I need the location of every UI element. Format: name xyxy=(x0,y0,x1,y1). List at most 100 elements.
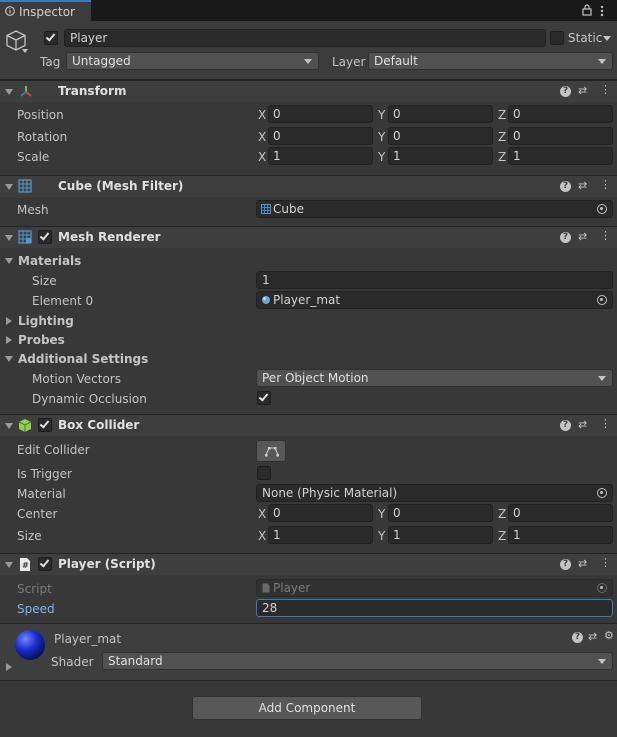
more-options-icon[interactable] xyxy=(600,5,604,17)
help-icon[interactable]: ? xyxy=(560,420,571,431)
object-name: Player xyxy=(70,31,108,45)
materials-label[interactable]: Materials xyxy=(18,254,81,268)
transform-header[interactable]: Transform ? ⇄ ⋮ xyxy=(0,80,617,102)
foldout-arrow[interactable] xyxy=(5,562,13,568)
center-x-field[interactable]: 0 xyxy=(268,504,373,522)
icon-dropdown-caret[interactable] xyxy=(22,49,28,53)
component-enabled-checkbox[interactable] xyxy=(38,557,52,571)
material-foldout-arrow[interactable] xyxy=(6,663,12,671)
component-title: Box Collider xyxy=(58,418,140,432)
lock-icon[interactable] xyxy=(582,4,592,16)
context-menu-icon[interactable]: ⋮ xyxy=(600,84,611,96)
motion-vectors-dropdown[interactable]: Per Object Motion xyxy=(256,369,613,387)
object-picker-icon[interactable] xyxy=(597,295,607,305)
lighting-foldout-arrow[interactable] xyxy=(6,317,12,325)
mesh-grid-icon xyxy=(18,179,32,193)
shader-dropdown[interactable]: Standard xyxy=(102,652,613,670)
presets-icon[interactable]: ⇄ xyxy=(578,85,587,97)
shader-label: Shader xyxy=(51,655,94,669)
object-name-field[interactable]: Player xyxy=(64,29,546,47)
center-z-field[interactable]: 0 xyxy=(508,504,613,522)
component-enabled-checkbox[interactable] xyxy=(38,230,52,244)
rotation-y-field[interactable]: 0 xyxy=(388,127,493,145)
position-x-field[interactable]: 0 xyxy=(268,105,373,123)
position-z-field[interactable]: 0 xyxy=(508,105,613,123)
material-sphere-icon xyxy=(262,296,270,304)
rotation-z-field[interactable]: 0 xyxy=(508,127,613,145)
tag-dropdown[interactable]: Untagged xyxy=(66,52,319,70)
box-collider-header[interactable]: Box Collider ? ⇄ ⋮ xyxy=(0,414,617,436)
object-picker-icon[interactable] xyxy=(597,488,607,498)
tab-inspector[interactable]: Inspector xyxy=(0,0,91,21)
context-menu-icon[interactable]: ⋮ xyxy=(600,179,611,191)
layer-dropdown[interactable]: Default xyxy=(368,52,613,70)
context-menu-icon[interactable]: ⋮ xyxy=(600,557,611,569)
materials-size-field[interactable]: 1 xyxy=(256,271,613,289)
speed-field[interactable]: 28 xyxy=(256,599,613,617)
size-y-field[interactable]: 1 xyxy=(388,526,493,544)
scale-x-field[interactable]: 1 xyxy=(268,147,373,165)
box-collider-icon xyxy=(18,419,32,432)
center-label: Center xyxy=(17,507,58,521)
axis-y-label: Y xyxy=(378,529,386,543)
probes-label[interactable]: Probes xyxy=(18,333,65,347)
materials-foldout-arrow[interactable] xyxy=(5,258,13,264)
context-menu-icon[interactable]: ⋮ xyxy=(600,230,611,242)
axis-z-label: Z xyxy=(498,529,507,543)
dynamic-occlusion-checkbox[interactable] xyxy=(257,391,271,405)
separator xyxy=(0,680,617,681)
help-icon[interactable]: ? xyxy=(560,86,571,97)
foldout-arrow[interactable] xyxy=(5,184,13,190)
help-icon[interactable]: ? xyxy=(572,632,583,643)
presets-icon[interactable]: ⇄ xyxy=(578,231,587,243)
size-x-field[interactable]: 1 xyxy=(268,526,373,544)
size-z-field[interactable]: 1 xyxy=(508,526,613,544)
static-label: Static xyxy=(568,31,603,45)
object-picker-icon[interactable] xyxy=(597,204,607,214)
foldout-arrow[interactable] xyxy=(5,423,13,429)
help-icon[interactable]: ? xyxy=(560,181,571,192)
additional-settings-label[interactable]: Additional Settings xyxy=(18,352,148,366)
element0-value: Player_mat xyxy=(273,293,341,307)
presets-icon[interactable]: ⇄ xyxy=(578,558,587,570)
object-header: Player Static Tag Untagged Layer Default xyxy=(0,21,617,80)
foldout-arrow[interactable] xyxy=(5,235,13,241)
scale-y-field[interactable]: 1 xyxy=(388,147,493,165)
component-enabled-checkbox[interactable] xyxy=(38,418,52,432)
static-dropdown-caret[interactable] xyxy=(603,36,611,41)
add-component-button[interactable]: Add Component xyxy=(192,696,422,720)
mesh-renderer-icon xyxy=(18,230,32,244)
rotation-x-field[interactable]: 0 xyxy=(268,127,373,145)
help-icon[interactable]: ? xyxy=(560,559,571,570)
context-menu-icon[interactable]: ⋮ xyxy=(600,418,611,430)
axis-z-label: Z xyxy=(498,108,507,122)
collider-size-label: Size xyxy=(17,529,42,543)
lighting-label[interactable]: Lighting xyxy=(18,314,74,328)
element0-object-field[interactable]: Player_mat xyxy=(256,291,613,309)
settings-gear-icon[interactable]: ⚙ xyxy=(604,630,614,642)
axis-x-label: X xyxy=(258,529,267,543)
info-icon xyxy=(5,6,15,16)
presets-icon[interactable]: ⇄ xyxy=(578,180,587,192)
player-script-header[interactable]: # Player (Script) ? ⇄ ⋮ xyxy=(0,553,617,575)
tag-label: Tag xyxy=(40,55,61,69)
presets-icon[interactable]: ⇄ xyxy=(578,419,587,431)
axis-z-label: Z xyxy=(498,507,507,521)
scale-z-field[interactable]: 1 xyxy=(508,147,613,165)
presets-icon[interactable]: ⇄ xyxy=(588,631,597,643)
probes-foldout-arrow[interactable] xyxy=(6,336,12,344)
tab-bar: Inspector xyxy=(0,0,617,21)
edit-collider-button[interactable] xyxy=(256,440,286,462)
additional-settings-foldout-arrow[interactable] xyxy=(5,356,13,362)
physic-material-field[interactable]: None (Physic Material) xyxy=(256,484,613,502)
center-y-field[interactable]: 0 xyxy=(388,504,493,522)
static-checkbox[interactable] xyxy=(550,31,564,45)
mesh-filter-header[interactable]: Cube (Mesh Filter) ? ⇄ ⋮ xyxy=(0,175,617,197)
is-trigger-checkbox[interactable] xyxy=(257,466,271,480)
mesh-object-field[interactable]: Cube xyxy=(256,200,613,218)
help-icon[interactable]: ? xyxy=(560,232,571,243)
mesh-renderer-header[interactable]: Mesh Renderer ? ⇄ ⋮ xyxy=(0,226,617,248)
active-checkbox[interactable] xyxy=(44,31,58,45)
position-y-field[interactable]: 0 xyxy=(388,105,493,123)
foldout-arrow[interactable] xyxy=(5,89,13,95)
